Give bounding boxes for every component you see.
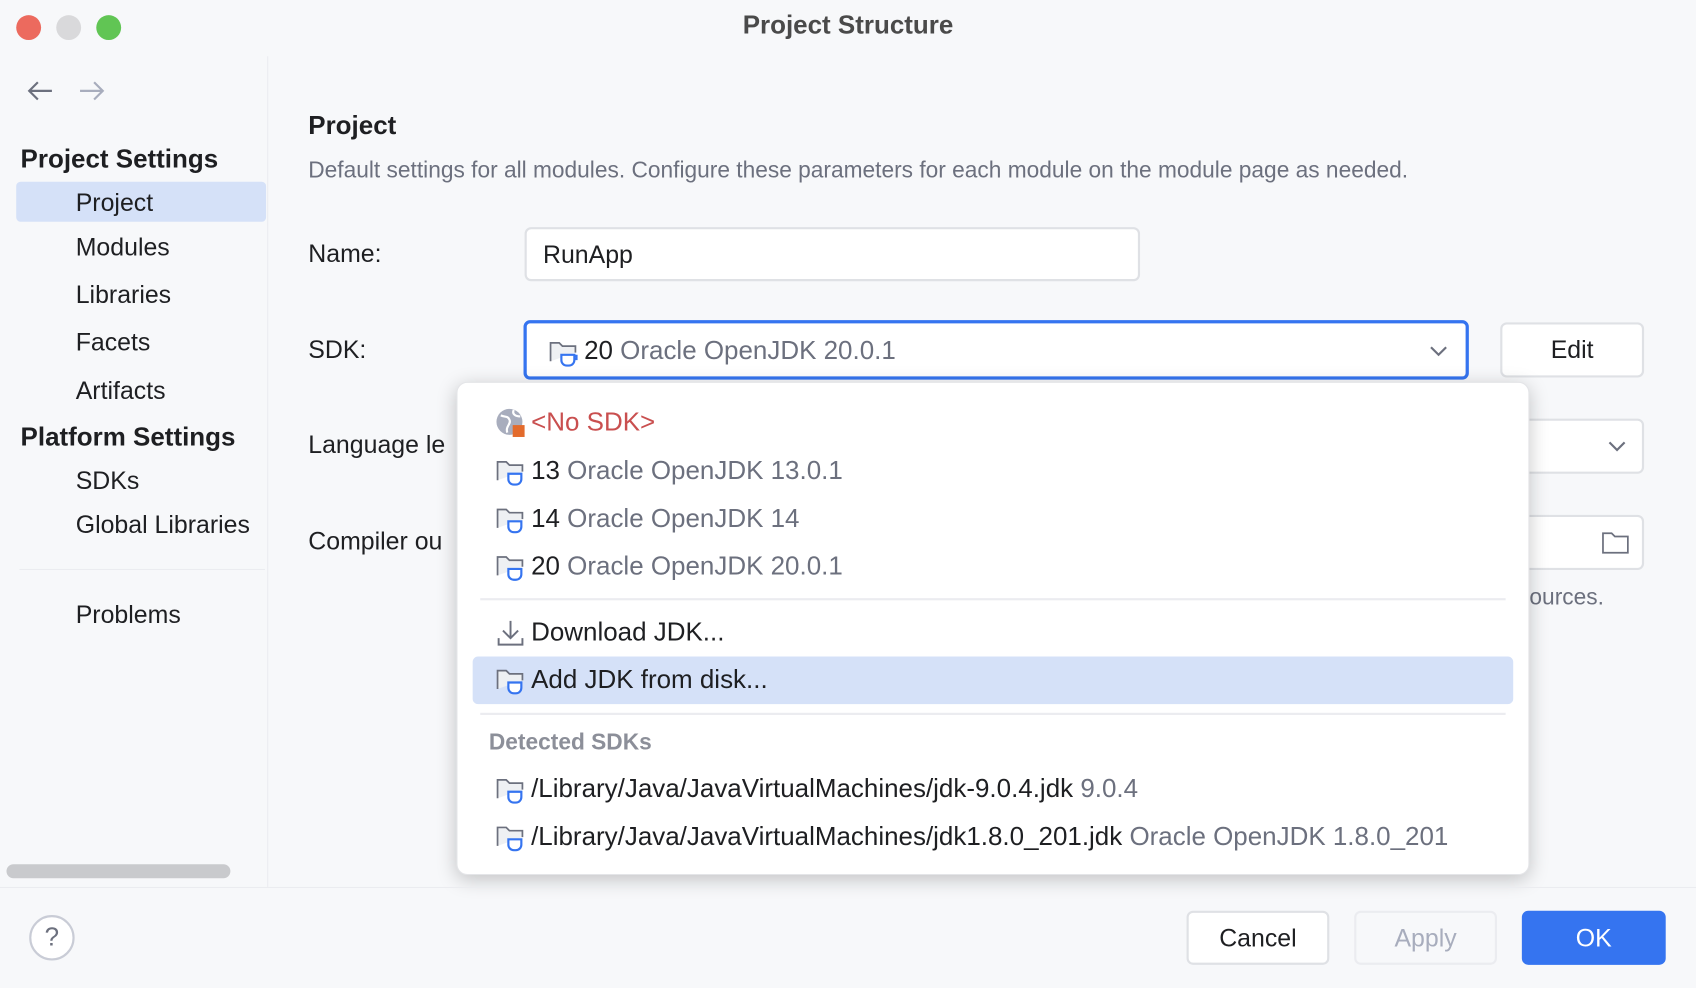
jdk-folder-icon [494, 664, 526, 696]
window-title: Project Structure [0, 11, 1696, 41]
download-icon [494, 617, 526, 649]
detected-sdk-path: /Library/Java/JavaVirtualMachines/jdk1.8… [531, 822, 1122, 852]
compiler-output-label: Compiler ou [308, 527, 442, 556]
apply-button[interactable]: Apply [1354, 911, 1497, 965]
ok-button[interactable]: OK [1522, 911, 1666, 965]
name-input[interactable]: RunApp [525, 227, 1140, 281]
sidebar-item-artifacts[interactable]: Artifacts [76, 376, 166, 405]
sidebar-item-global-libraries[interactable]: Global Libraries [76, 511, 250, 540]
name-label: Name: [308, 239, 381, 268]
detected-sdk-option[interactable]: /Library/Java/JavaVirtualMachines/jdk-9.… [458, 766, 1529, 814]
detected-sdks-header: Detected SDKs [489, 730, 652, 756]
jdk-folder-icon [547, 336, 579, 368]
sdk-option-name: Oracle OpenJDK 14 [567, 504, 799, 534]
help-button[interactable]: ? [29, 915, 74, 960]
sidebar: Project Settings Project Modules Librari… [0, 56, 268, 887]
sdk-option-version: 20 [531, 552, 560, 582]
platform-settings-header: Platform Settings [21, 423, 236, 453]
detected-sdk-version: 9.0.4 [1080, 774, 1138, 804]
sdk-option-name: Oracle OpenJDK 13.0.1 [567, 456, 843, 486]
sdk-option-version: 14 [531, 504, 560, 534]
sdk-option[interactable]: 14 Oracle OpenJDK 14 [458, 495, 1529, 543]
no-sdk-label: <No SDK> [531, 408, 655, 438]
page-description: Default settings for all modules. Config… [308, 158, 1408, 184]
sdk-option-no-sdk[interactable]: <No SDK> [458, 399, 1529, 447]
footer-divider [0, 887, 1696, 888]
sidebar-item-project-label[interactable]: Project [76, 188, 153, 217]
chevron-down-icon [1429, 345, 1448, 358]
sdk-label: SDK: [308, 335, 366, 364]
project-settings-header: Project Settings [21, 145, 219, 175]
jdk-folder-icon [494, 773, 526, 805]
jdk-folder-icon [494, 503, 526, 535]
sidebar-item-facets[interactable]: Facets [76, 328, 151, 357]
sdk-dropdown-popup: <No SDK> 13 Oracle OpenJDK 13.0.1 14 Ora… [456, 382, 1529, 875]
sdk-option-version: 13 [531, 456, 560, 486]
detected-sdk-option[interactable]: /Library/Java/JavaVirtualMachines/jdk1.8… [458, 813, 1529, 861]
sidebar-item-problems[interactable]: Problems [76, 600, 181, 629]
edit-sdk-button[interactable]: Edit [1500, 322, 1644, 377]
sidebar-divider [19, 569, 265, 570]
popup-separator [480, 713, 1505, 715]
back-arrow-icon[interactable] [26, 80, 54, 102]
sidebar-item-modules[interactable]: Modules [76, 233, 170, 262]
globe-error-icon [494, 407, 526, 439]
name-input-value: RunApp [543, 240, 633, 269]
cancel-button[interactable]: Cancel [1187, 911, 1330, 965]
page-title: Project [308, 111, 396, 141]
project-structure-dialog: Project Structure Project Settings Proje… [0, 0, 1696, 988]
folder-icon[interactable] [1601, 530, 1631, 556]
language-level-label: Language le [308, 430, 445, 459]
jdk-folder-icon [494, 821, 526, 853]
sidebar-item-libraries[interactable]: Libraries [76, 280, 171, 309]
chevron-down-icon [1607, 440, 1626, 453]
sdk-combobox[interactable]: 20 Oracle OpenJDK 20.0.1 [524, 320, 1469, 379]
sdk-option[interactable]: 13 Oracle OpenJDK 13.0.1 [458, 448, 1529, 496]
sdk-version: 20 [584, 336, 613, 365]
jdk-folder-icon [494, 455, 526, 487]
forward-arrow-icon[interactable] [78, 80, 106, 102]
popup-separator [480, 598, 1505, 600]
sidebar-item-sdks[interactable]: SDKs [76, 466, 140, 495]
download-jdk-option[interactable]: Download JDK... [458, 609, 1529, 657]
sdk-name: Oracle OpenJDK 20.0.1 [620, 336, 896, 365]
jdk-folder-icon [494, 551, 526, 583]
download-jdk-label: Download JDK... [531, 618, 724, 648]
detected-sdk-path: /Library/Java/JavaVirtualMachines/jdk-9.… [531, 774, 1073, 804]
sidebar-scrollbar[interactable] [6, 864, 230, 878]
add-jdk-from-disk-option[interactable]: Add JDK from disk... [458, 657, 1529, 705]
detected-sdk-version: Oracle OpenJDK 1.8.0_201 [1129, 822, 1448, 852]
compiler-output-hint: ources. [1529, 585, 1603, 611]
sdk-option-name: Oracle OpenJDK 20.0.1 [567, 552, 843, 582]
sdk-option[interactable]: 20 Oracle OpenJDK 20.0.1 [458, 543, 1529, 591]
add-jdk-label: Add JDK from disk... [531, 665, 768, 695]
